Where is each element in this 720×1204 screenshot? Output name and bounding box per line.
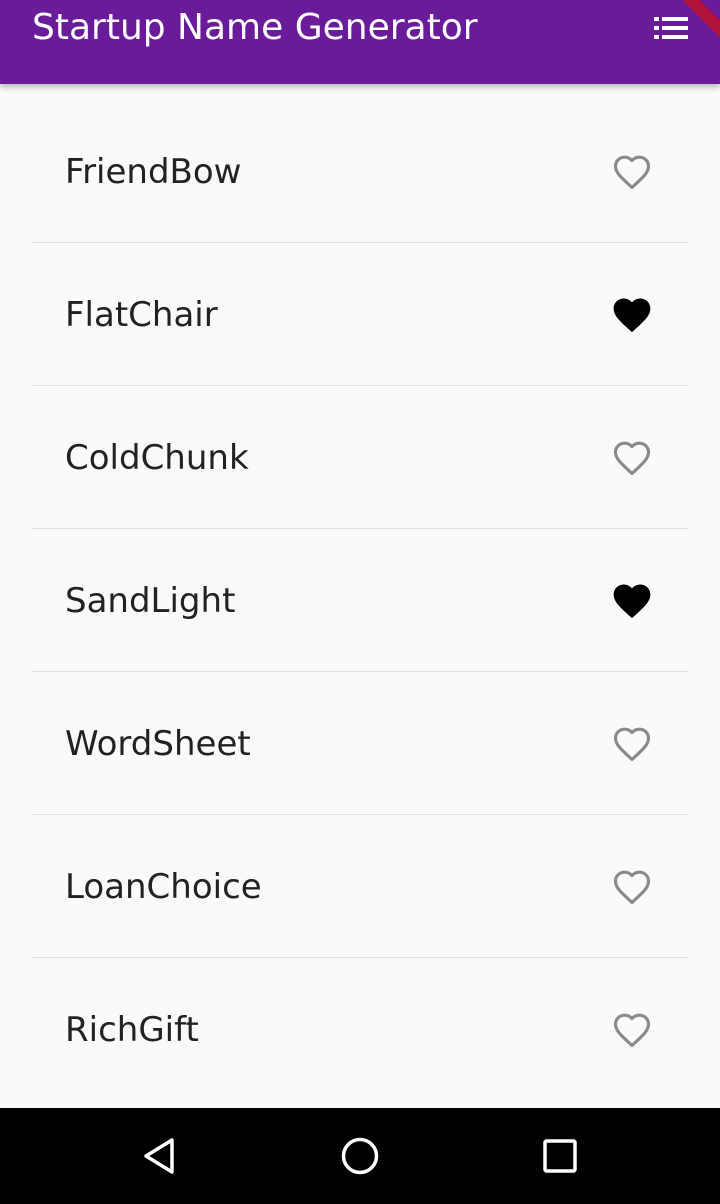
recents-button[interactable]	[536, 1132, 584, 1180]
list-item[interactable]: LoanChoice	[0, 815, 720, 958]
heart-outline-icon[interactable]	[610, 150, 654, 194]
home-button[interactable]	[336, 1132, 384, 1180]
heart-outline-icon[interactable]	[610, 436, 654, 480]
home-icon	[341, 1137, 379, 1175]
list-item[interactable]: ColdChunk	[0, 386, 720, 529]
system-navigation-bar	[0, 1108, 720, 1204]
heart-outline-icon[interactable]	[610, 865, 654, 909]
app-screen: Startup Name Generator FriendBow FlatCha…	[0, 0, 720, 1204]
startup-name: RichGift	[65, 1010, 199, 1050]
heart-filled-icon[interactable]	[610, 579, 654, 623]
list-item[interactable]: FriendBow	[0, 100, 720, 243]
startup-name: LoanChoice	[65, 867, 262, 907]
recents-icon	[543, 1139, 577, 1173]
back-icon	[144, 1138, 174, 1174]
debug-banner	[680, 0, 720, 40]
back-button[interactable]	[136, 1132, 184, 1180]
startup-name: WordSheet	[65, 724, 251, 764]
list-item[interactable]: FlatChair	[0, 243, 720, 386]
list-item[interactable]: RichGift	[0, 958, 720, 1101]
list-item[interactable]: WordSheet	[0, 672, 720, 815]
name-list: FriendBow FlatChair ColdChunk SandLight …	[0, 100, 720, 1101]
startup-name: FlatChair	[65, 295, 218, 335]
page-title: Startup Name Generator	[32, 7, 478, 48]
list-item[interactable]: SandLight	[0, 529, 720, 672]
app-bar: Startup Name Generator	[0, 0, 720, 84]
startup-name: FriendBow	[65, 152, 242, 192]
heart-outline-icon[interactable]	[610, 722, 654, 766]
heart-filled-icon[interactable]	[610, 293, 654, 337]
startup-name: SandLight	[65, 581, 236, 621]
heart-outline-icon[interactable]	[610, 1008, 654, 1052]
startup-name: ColdChunk	[65, 438, 249, 478]
